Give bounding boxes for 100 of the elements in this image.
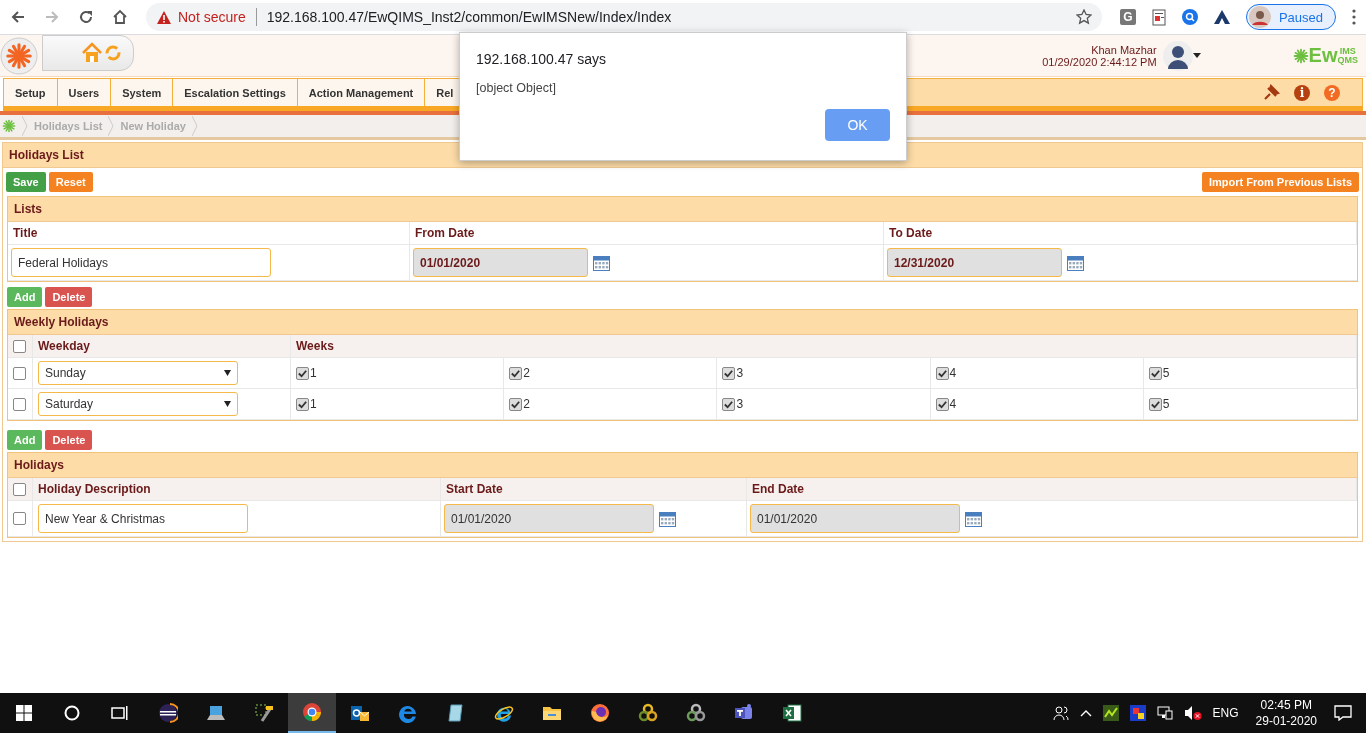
week-label: 5	[1162, 397, 1170, 411]
chevron-up-icon[interactable]	[1079, 709, 1092, 717]
back-icon[interactable]	[10, 9, 26, 25]
menu-tab[interactable]: Setup	[4, 79, 58, 106]
muted-speaker-icon[interactable]	[1183, 705, 1202, 721]
triangle-icon[interactable]	[1213, 10, 1230, 24]
browser-icon	[302, 702, 322, 722]
document-icon[interactable]	[1151, 8, 1166, 26]
menu-tab[interactable]: System	[111, 79, 174, 106]
brand-label: QMS	[1337, 55, 1358, 65]
section-title: Holidays	[14, 458, 64, 472]
week-label: 5	[1162, 366, 1170, 380]
avatar-icon	[1248, 6, 1271, 28]
search-icon	[64, 705, 80, 721]
date-field[interactable]: 01/01/2020	[444, 504, 654, 533]
column-header: To Date	[884, 222, 1357, 245]
input-field[interactable]: Federal Holidays	[11, 248, 271, 277]
checkbox[interactable]	[13, 397, 26, 411]
dialog-message: [object Object]	[476, 81, 557, 95]
checkbox[interactable]	[509, 397, 523, 411]
brand-label: IMS	[1339, 46, 1356, 56]
checkbox[interactable]	[1148, 366, 1162, 380]
menu-tab[interactable]: Action Management	[297, 79, 426, 106]
chevron-icon	[108, 116, 115, 136]
column-header: Holiday Description	[33, 478, 441, 501]
windows-icon	[16, 705, 32, 721]
asterisk-icon	[2, 119, 16, 133]
date-time: 01/29/2020 2:44:12 PM	[1042, 55, 1157, 68]
user-name: Khan Mazhar	[1090, 43, 1157, 56]
reload-icon[interactable]	[78, 9, 94, 25]
notepad-icon	[446, 703, 466, 723]
notification-icon[interactable]	[1334, 705, 1352, 721]
star-icon[interactable]	[1075, 9, 1092, 25]
rings-icon	[638, 703, 658, 723]
sphere-icon	[158, 703, 178, 723]
delete-button[interactable]: Delete	[45, 287, 93, 307]
week-label: 1	[310, 366, 317, 380]
tray-app-icon[interactable]	[1129, 705, 1146, 721]
calendar-icon[interactable]	[965, 510, 982, 527]
date-field[interactable]: 01/01/2020	[413, 248, 588, 277]
column-header: Title	[8, 222, 410, 245]
column-header: Start Date	[441, 478, 747, 501]
delete-button[interactable]: Delete	[45, 430, 93, 450]
caret-icon[interactable]	[1192, 53, 1201, 58]
checkbox[interactable]	[296, 366, 309, 380]
column-header: From Date	[410, 222, 884, 245]
checkbox[interactable]	[13, 366, 26, 380]
dropdown-caret-icon[interactable]	[224, 370, 231, 376]
clock[interactable]: 02:45 PM 29-01-2020	[1255, 697, 1317, 729]
input-field[interactable]: New Year & Christmas	[38, 504, 248, 533]
week-label: 3	[736, 397, 744, 411]
people-icon[interactable]	[1052, 705, 1069, 721]
checkbox[interactable]	[13, 339, 26, 353]
search-icon[interactable]	[1181, 9, 1198, 25]
calendar-icon[interactable]	[659, 510, 676, 527]
column-header: Weekday	[33, 335, 291, 358]
checkbox[interactable]	[935, 366, 949, 380]
checkbox[interactable]	[722, 366, 736, 380]
asterisk-icon	[1292, 47, 1309, 64]
column-header: Weeks	[291, 335, 1357, 358]
checkbox[interactable]	[935, 397, 949, 411]
address-bar[interactable]: Not secure 192.168.100.47/EwQIMS_Inst2/common/EwIMSNew/Index/Index	[146, 3, 1102, 31]
home-icon[interactable]	[112, 9, 128, 25]
security-label: Not secure	[178, 9, 246, 25]
taskbar-button[interactable]	[288, 693, 336, 733]
calendar-icon[interactable]	[593, 254, 610, 271]
mail-icon	[350, 703, 370, 723]
checkbox[interactable]	[1148, 397, 1162, 411]
week-label: 3	[736, 366, 744, 380]
profile-button[interactable]: Paused	[1245, 4, 1336, 30]
user-avatar-icon[interactable]	[1162, 40, 1193, 71]
menu-tab[interactable]: Escalation Settings	[173, 79, 298, 106]
checkbox[interactable]	[509, 366, 523, 380]
weekday-dropdown[interactable]: Saturday	[38, 392, 238, 416]
tray-app-icon[interactable]	[1102, 705, 1119, 721]
calendar-icon[interactable]	[1067, 254, 1084, 271]
checkbox[interactable]	[13, 482, 26, 496]
week-label: 4	[949, 397, 957, 411]
extension-icon[interactable]: G	[1119, 9, 1136, 25]
panel-title: Holidays List	[9, 148, 84, 162]
menu-icon[interactable]	[1352, 9, 1356, 25]
section-title: Lists	[14, 202, 42, 216]
rings-icon	[686, 703, 706, 723]
checkbox[interactable]	[722, 397, 736, 411]
menu-tab[interactable]: Users	[57, 79, 112, 106]
language-indicator[interactable]: ENG	[1212, 706, 1239, 720]
network-icon[interactable]	[1156, 705, 1173, 721]
date-field[interactable]: 12/31/2020	[887, 248, 1062, 277]
week-label: 1	[310, 397, 317, 411]
info-icon[interactable]: i	[1294, 84, 1310, 101]
weekday-dropdown[interactable]: Sunday	[38, 361, 238, 385]
checkbox[interactable]	[296, 397, 309, 411]
dropdown-caret-icon[interactable]	[224, 401, 231, 407]
checkbox[interactable]	[13, 512, 26, 525]
browser-icon	[398, 703, 418, 723]
url-text: 192.168.100.47/EwQIMS_Inst2/common/EwIMSNew/Index/Index	[266, 9, 673, 25]
date-field[interactable]: 01/01/2020	[750, 504, 960, 533]
chevron-icon	[22, 116, 28, 136]
week-label: 2	[523, 397, 530, 411]
column-header: End Date	[747, 478, 1357, 501]
